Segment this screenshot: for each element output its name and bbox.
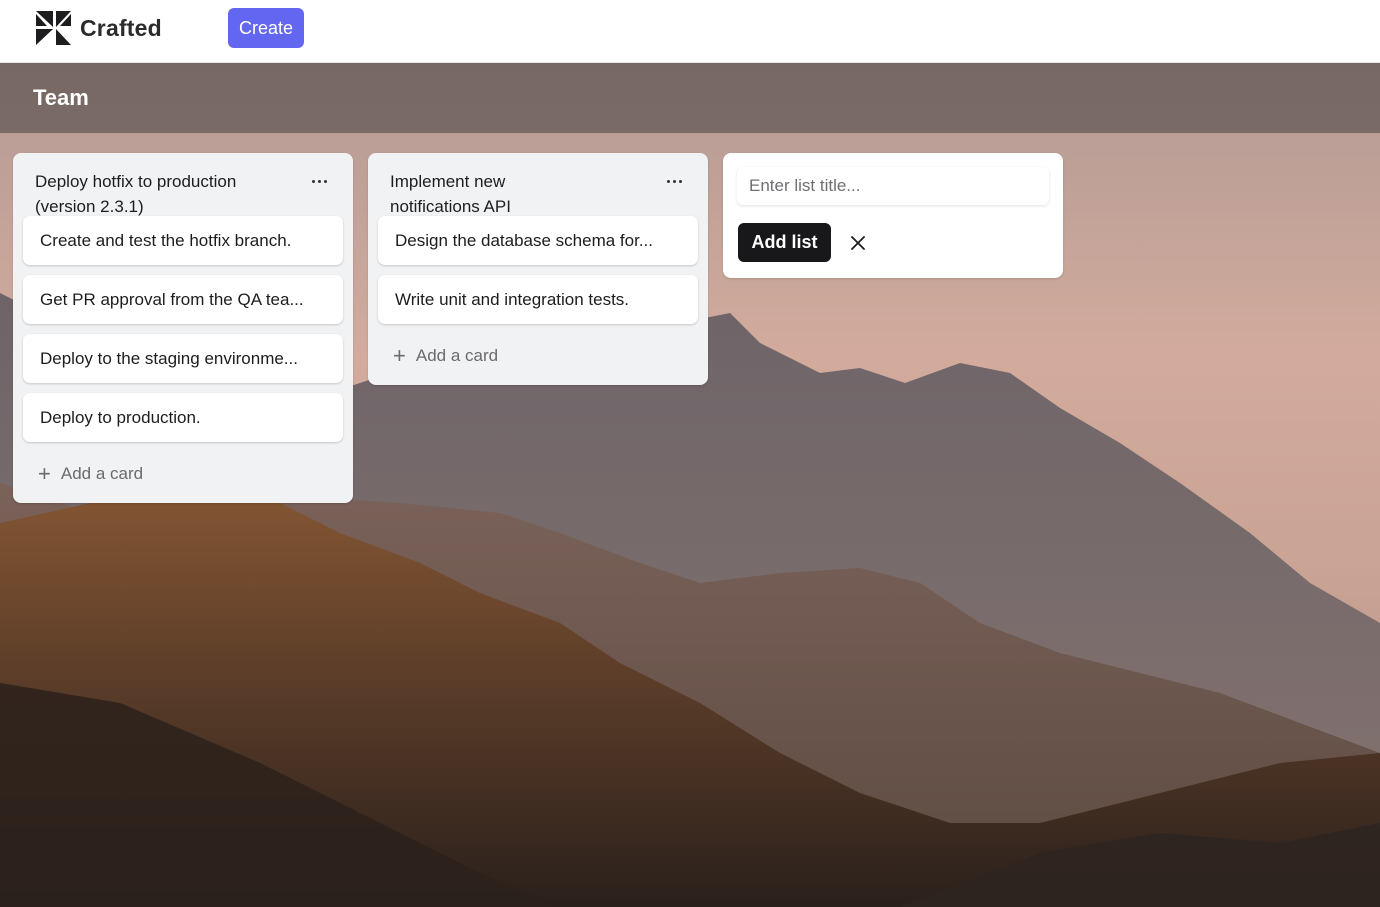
list-title[interactable]: Deploy hotfix to production (version 2.3…	[35, 169, 295, 219]
crafted-logo-icon	[35, 10, 72, 46]
card-title: Design the database schema for...	[395, 230, 653, 250]
card[interactable]: Deploy to production.	[23, 393, 343, 442]
list-title[interactable]: Implement new notifications API	[390, 169, 590, 219]
board-title: Team	[33, 85, 89, 110]
board-header: Team	[0, 63, 1380, 133]
card[interactable]: Write unit and integration tests.	[378, 275, 698, 324]
add-card-label: Add a card	[60, 464, 144, 483]
ellipsis-icon[interactable]	[662, 173, 686, 189]
plus-icon: +	[38, 461, 51, 486]
card[interactable]: Get PR approval from the QA tea...	[23, 275, 343, 324]
card-title: Deploy to the staging environme...	[40, 348, 298, 368]
add-list-button[interactable]: Add list	[738, 223, 831, 262]
plus-icon: +	[393, 343, 406, 368]
card-title: Write unit and integration tests.	[395, 289, 630, 309]
top-bar: Crafted Create	[0, 0, 1380, 63]
list-notifications-api: Implement new notifications API Design t…	[368, 153, 708, 385]
brand-name: Crafted	[80, 14, 162, 41]
card[interactable]: Design the database schema for...	[378, 216, 698, 265]
board: Team Deploy hotfix to production (versio…	[0, 63, 1380, 907]
card-title: Create and test the hotfix branch.	[40, 230, 292, 250]
list-title-input[interactable]	[737, 167, 1049, 205]
add-card-label: Add a card	[415, 346, 499, 365]
card-title: Get PR approval from the QA tea...	[40, 289, 304, 309]
list-deploy-hotfix: Deploy hotfix to production (version 2.3…	[13, 153, 353, 503]
ellipsis-icon[interactable]	[307, 173, 331, 189]
add-card-button[interactable]: + Add a card	[38, 461, 143, 487]
card[interactable]: Deploy to the staging environme...	[23, 334, 343, 383]
card[interactable]: Create and test the hotfix branch.	[23, 216, 343, 265]
brand[interactable]: Crafted	[35, 10, 162, 46]
close-icon[interactable]	[845, 230, 871, 256]
add-card-button[interactable]: + Add a card	[393, 343, 498, 369]
create-button[interactable]: Create	[228, 8, 304, 48]
new-list-composer: Add list	[723, 153, 1063, 278]
card-title: Deploy to production.	[40, 407, 201, 427]
